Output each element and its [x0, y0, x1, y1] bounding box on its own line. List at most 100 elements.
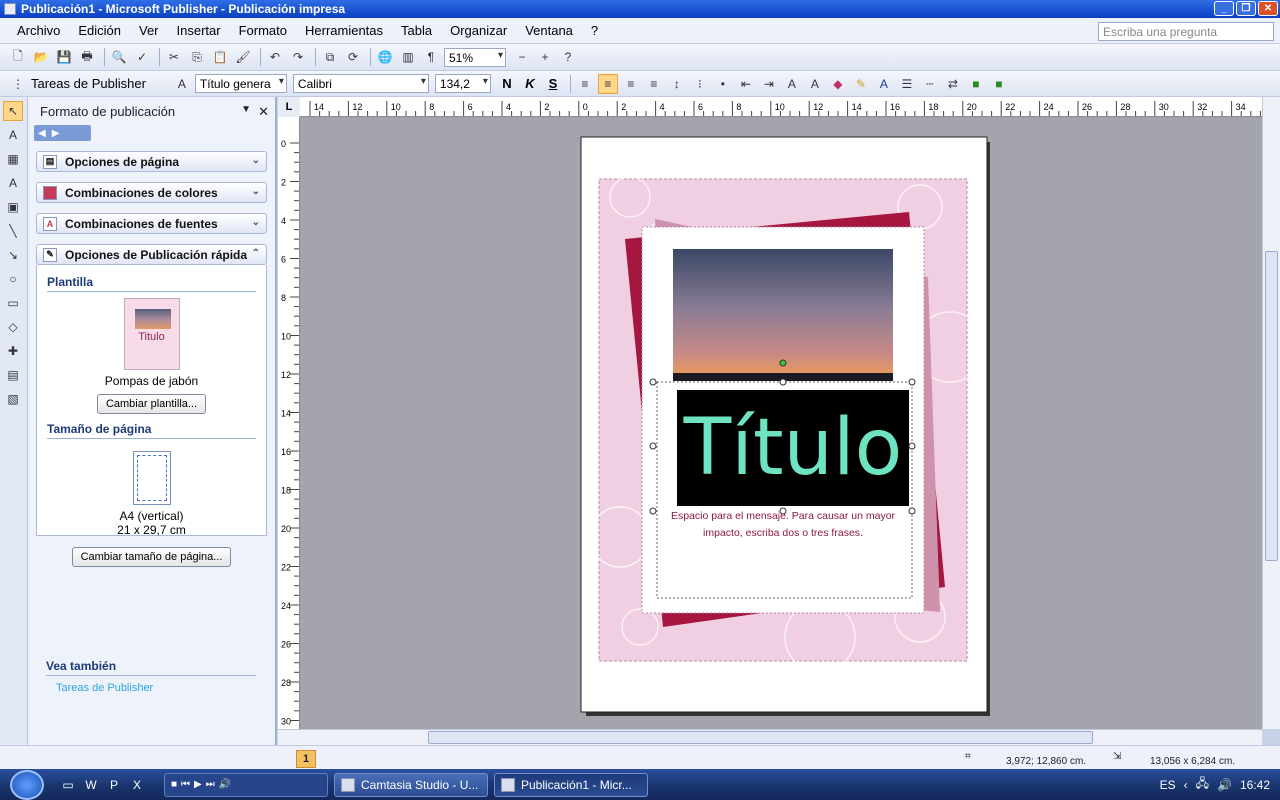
rotate-icon[interactable]: ⟳	[343, 47, 363, 67]
picture-frame-icon[interactable]: ▣	[3, 197, 23, 217]
play-icon[interactable]: ▶	[194, 779, 202, 790]
clock[interactable]: 16:42	[1240, 778, 1270, 792]
line-spacing-icon[interactable]: ↕	[667, 74, 687, 94]
menu-edicion[interactable]: Edición	[69, 23, 130, 38]
section-page-options[interactable]: ▤ Opciones de página ⌄	[36, 151, 267, 172]
align-center-icon[interactable]: ≡	[597, 73, 618, 94]
forward-arrow-icon[interactable]: ▶	[52, 128, 60, 139]
menu-help[interactable]: ?	[582, 23, 607, 38]
minimize-button[interactable]: _	[1214, 1, 1234, 16]
zoom-out-icon[interactable]: −	[512, 47, 532, 67]
chevron-up-icon[interactable]: ⌃	[252, 248, 260, 259]
tray-expand-icon[interactable]: ‹	[1184, 778, 1188, 792]
save-icon[interactable]: 💾	[54, 47, 74, 67]
increase-font-icon[interactable]: A	[805, 74, 825, 94]
insert-table-icon[interactable]: ▦	[3, 149, 23, 169]
align-left-icon[interactable]: ≡	[575, 74, 595, 94]
template-thumbnail[interactable]: Titulo	[123, 298, 180, 370]
help-search-input[interactable]: Escriba una pregunta	[1098, 22, 1274, 41]
page-size-thumbnail[interactable]	[132, 451, 171, 505]
change-template-button[interactable]: Cambiar plantilla...	[96, 394, 207, 414]
volume-icon[interactable]: 🔊	[219, 779, 231, 790]
close-button[interactable]: ✕	[1258, 1, 1278, 16]
pane-dropdown-icon[interactable]: ▼	[241, 104, 251, 115]
underline-button[interactable]: S	[543, 74, 563, 94]
dash-style-icon[interactable]: ┄	[920, 74, 940, 94]
bring-forward-icon[interactable]: ⧉	[320, 47, 340, 67]
undo-icon[interactable]: ↶	[265, 47, 285, 67]
pane-close-icon[interactable]: ✕	[258, 104, 269, 120]
zoom-select[interactable]: 51%	[444, 47, 506, 67]
chevron-down-icon[interactable]: ⌄	[252, 217, 260, 228]
align-right-icon[interactable]: ≡	[621, 74, 641, 94]
columns-icon[interactable]: ▥	[398, 47, 418, 67]
rectangle-tool-icon[interactable]: ▭	[3, 293, 23, 313]
italic-button[interactable]: K	[520, 74, 540, 94]
section-quick-publication[interactable]: ✎ Opciones de Publicación rápida ⌃	[36, 244, 267, 265]
menu-formato[interactable]: Formato	[230, 23, 296, 38]
redo-icon[interactable]: ↷	[288, 47, 308, 67]
format-painter-icon[interactable]: 🖌	[233, 47, 253, 67]
page-navigator[interactable]: 1	[296, 750, 316, 768]
section-font-schemes[interactable]: A Combinaciones de fuentes ⌄	[36, 213, 267, 234]
back-arrow-icon[interactable]: ◀	[38, 128, 46, 139]
speaker-icon[interactable]: 🔊	[1217, 778, 1232, 792]
horizontal-scroll-thumb[interactable]	[428, 731, 1093, 744]
taskbar-item-publisher[interactable]: Publicación1 - Micr...	[494, 772, 648, 797]
change-page-size-button[interactable]: Cambiar tamaño de página...	[71, 547, 232, 567]
select-pointer-icon[interactable]: ↖	[3, 101, 23, 121]
oval-tool-icon[interactable]: ○	[3, 269, 23, 289]
insert-object-icon[interactable]: ▧	[3, 389, 23, 409]
quicklaunch-publisher-icon[interactable]: P	[104, 775, 124, 795]
chevron-down-icon[interactable]: ⌄	[252, 155, 260, 166]
horizontal-scrollbar[interactable]	[278, 729, 1262, 745]
shadow-style-icon[interactable]: ■	[966, 74, 986, 94]
design-gallery-icon[interactable]: ▤	[3, 365, 23, 385]
menu-ver[interactable]: Ver	[130, 23, 168, 38]
cut-icon[interactable]: ✂	[164, 47, 184, 67]
help-icon[interactable]: ?	[558, 47, 578, 67]
arrow-style-icon[interactable]: ⇄	[943, 74, 963, 94]
hotspot-icon[interactable]: ✚	[3, 341, 23, 361]
line-tool-icon[interactable]: ╲	[3, 221, 23, 241]
show-desktop-icon[interactable]: ▭	[58, 775, 78, 795]
menu-insertar[interactable]: Insertar	[168, 23, 230, 38]
style-select[interactable]: Título genera	[194, 74, 287, 93]
line-color-icon[interactable]: ✎	[851, 74, 871, 94]
network-icon[interactable]: 🖧	[1196, 774, 1209, 795]
numbering-icon[interactable]: ⁝	[690, 74, 710, 94]
increase-indent-icon[interactable]: ⇥	[759, 74, 779, 94]
ruler-corner-tab[interactable]: L	[278, 97, 300, 117]
hyperlink-icon[interactable]: 🌐	[375, 47, 395, 67]
justify-icon[interactable]: ≡	[644, 74, 664, 94]
restore-button[interactable]: ❐	[1236, 1, 1256, 16]
line-style-icon[interactable]: ☰	[897, 74, 917, 94]
chevron-down-icon[interactable]: ⌄	[252, 186, 260, 197]
zoom-in-icon[interactable]: +	[535, 47, 555, 67]
menu-archivo[interactable]: Archivo	[8, 23, 69, 38]
rotate-handle[interactable]	[779, 359, 787, 367]
menu-organizar[interactable]: Organizar	[441, 23, 516, 38]
copy-icon[interactable]: ⎘	[187, 47, 207, 67]
open-icon[interactable]: 📂	[31, 47, 51, 67]
previous-icon[interactable]: ⏮	[181, 779, 190, 790]
vertical-scrollbar[interactable]	[1262, 97, 1280, 729]
font-color-icon[interactable]: A	[874, 74, 894, 94]
media-player-controls[interactable]: ■ ⏮ ▶ ⏭ 🔊	[164, 772, 328, 797]
spellcheck-icon[interactable]: ✓	[132, 47, 152, 67]
language-indicator[interactable]: ES	[1160, 778, 1176, 792]
print-preview-icon[interactable]: 🔍	[109, 47, 129, 67]
menu-herramientas[interactable]: Herramientas	[296, 23, 392, 38]
wordart-icon[interactable]: A	[3, 173, 23, 193]
document-workspace[interactable]: Título Espacio para el mensaje. Para cau…	[300, 117, 1262, 729]
tasks-icon[interactable]: ⋮	[8, 74, 28, 94]
vertical-ruler[interactable]: 0 2 4 6 8 10 12 14 16 18 20 22 24 26 28 30	[278, 117, 300, 729]
bold-button[interactable]: N	[497, 74, 517, 94]
paste-icon[interactable]: 📋	[210, 47, 230, 67]
start-button[interactable]	[10, 769, 44, 800]
text-box-icon[interactable]: A	[3, 125, 23, 145]
3d-style-icon[interactable]: ■	[989, 74, 1009, 94]
menu-tabla[interactable]: Tabla	[392, 23, 441, 38]
autoshapes-icon[interactable]: ◇	[3, 317, 23, 337]
bullets-icon[interactable]: •	[713, 74, 733, 94]
